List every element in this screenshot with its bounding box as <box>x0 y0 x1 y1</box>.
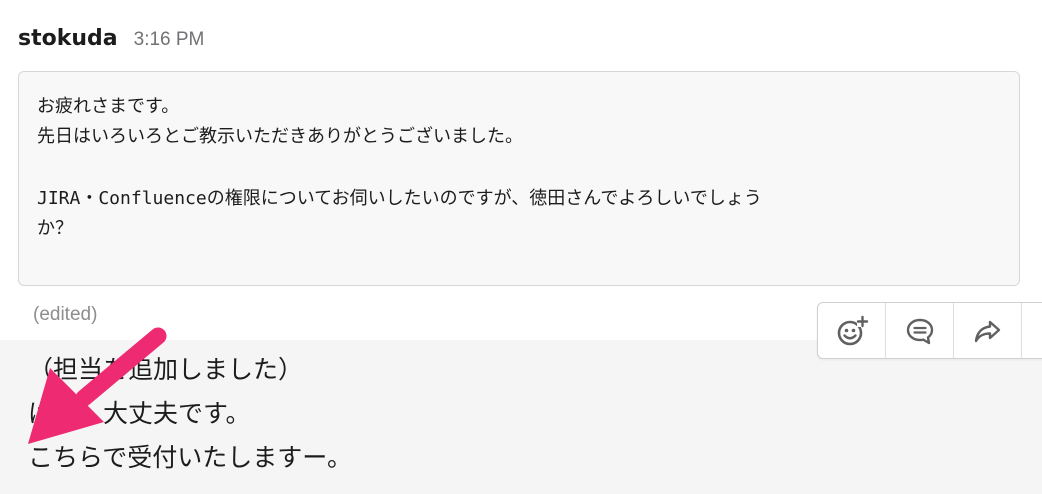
more-actions-button[interactable] <box>1022 303 1042 358</box>
share-forward-icon <box>974 320 1000 342</box>
share-forward-button[interactable] <box>954 303 1022 358</box>
message-actions-toolbar <box>817 302 1042 359</box>
code-line: お疲れさまです。 <box>37 96 180 117</box>
message-header: stokuda 3:16 PM <box>18 26 204 51</box>
author-name[interactable]: stokuda <box>18 26 118 51</box>
code-line: JIRA・Confluenceの権限についてお伺いしたいのですが、徳田さんでよろ… <box>37 188 762 209</box>
reply-line: はい、大丈夫です。 <box>28 399 251 428</box>
code-block: お疲れさまです。 先日はいろいろとご教示いただきありがとうございました。 JIR… <box>18 71 1020 286</box>
reply-thread-icon <box>906 318 933 344</box>
code-line: か？ <box>37 218 73 239</box>
add-reaction-icon <box>837 315 868 345</box>
add-reaction-button[interactable] <box>818 303 886 358</box>
reply-line: こちらで受付いたしますー。 <box>28 443 353 472</box>
reply-line: （担当を追加しました） <box>28 355 304 384</box>
reply-thread-button[interactable] <box>886 303 954 358</box>
message-timestamp[interactable]: 3:16 PM <box>134 29 205 51</box>
code-line: 先日はいろいろとご教示いただきありがとうございました。 <box>37 126 523 147</box>
reply-message: （担当を追加しました） はい、大丈夫です。 こちらで受付いたしますー。 <box>28 348 352 480</box>
edited-label: (edited) <box>33 304 98 325</box>
